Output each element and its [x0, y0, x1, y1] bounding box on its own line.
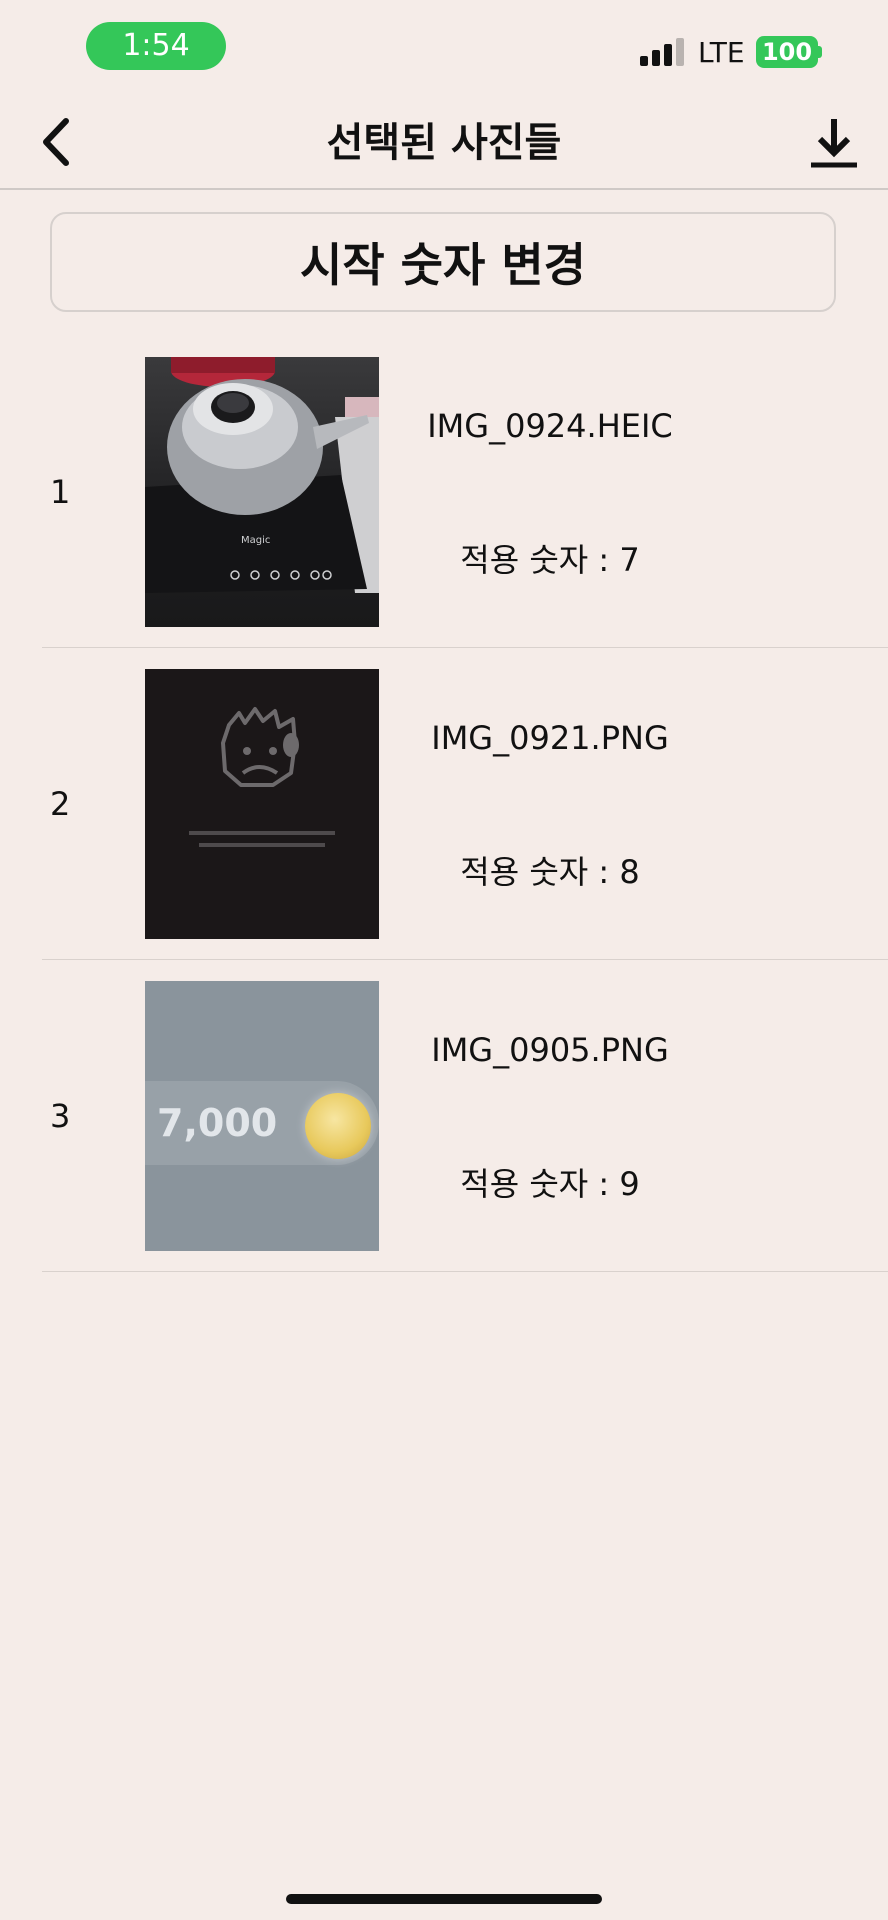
photo-thumbnail: Magic	[145, 357, 379, 627]
photo-list: 1 Magic IMG_0924.HEIC 적용 숫자: 7 2 IMG_09…	[0, 336, 888, 1272]
file-name: IMG_0921.PNG	[431, 719, 669, 757]
file-name: IMG_0924.HEIC	[427, 407, 673, 445]
thumbnail-text: 7,000	[157, 1101, 278, 1145]
back-button[interactable]	[28, 114, 84, 170]
chevron-left-icon	[43, 118, 69, 166]
applied-number: 적용 숫자 : 7	[460, 541, 640, 579]
status-time: 1:54	[86, 22, 226, 70]
download-button[interactable]	[806, 114, 862, 174]
row-index: 3	[50, 1097, 71, 1135]
applied-number: 적용 숫자 : 9	[460, 1165, 640, 1203]
list-item[interactable]: 1 Magic IMG_0924.HEIC 적용 숫자: 7	[42, 336, 888, 648]
download-icon	[811, 119, 857, 168]
network-label: LTE	[698, 36, 745, 69]
change-start-number-button[interactable]: 시작 숫자 변경	[50, 212, 836, 312]
nav-bar: 선택된 사진들	[0, 96, 888, 190]
row-index: 2	[50, 785, 71, 823]
svg-text:Magic: Magic	[241, 535, 270, 546]
photo-thumbnail: 7,000	[145, 981, 379, 1251]
battery-icon: 100	[756, 36, 818, 68]
page-title: 선택된 사진들	[326, 120, 562, 166]
signal-icon	[640, 38, 686, 66]
home-indicator[interactable]	[286, 1894, 602, 1904]
row-index: 1	[50, 473, 71, 511]
list-item[interactable]: 2 IMG_0921.PNG 적용 숫자 : 8	[42, 648, 888, 960]
battery-tip	[818, 46, 822, 58]
file-name: IMG_0905.PNG	[431, 1031, 669, 1069]
photo-thumbnail	[145, 669, 379, 939]
applied-number: 적용 숫자 : 8	[460, 853, 640, 891]
status-bar: 1:54 LTE 100	[0, 0, 888, 96]
coin-icon	[305, 1093, 371, 1159]
list-item[interactable]: 3 7,000 IMG_0905.PNG 적용 숫자 : 9	[42, 960, 888, 1272]
